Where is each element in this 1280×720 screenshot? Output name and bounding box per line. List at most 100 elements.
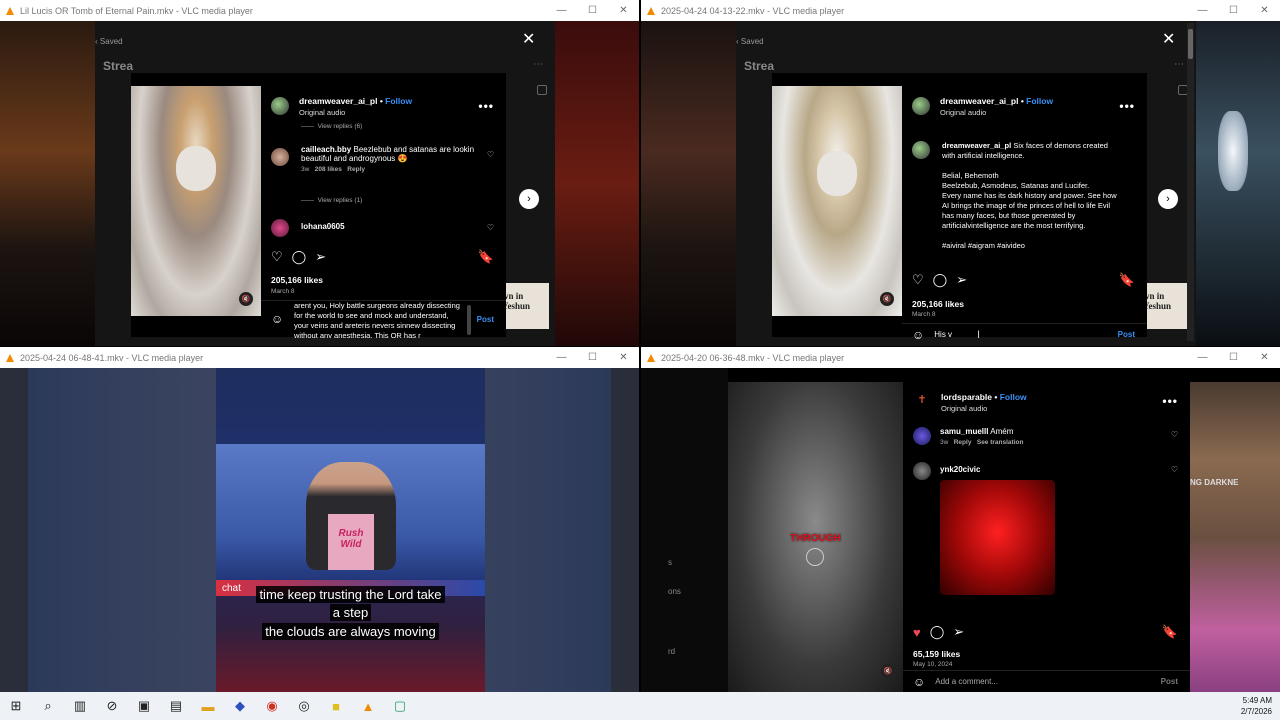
- audio-label[interactable]: Original audio: [940, 108, 1053, 117]
- reply-link[interactable]: Reply: [954, 439, 972, 446]
- bookmark-icon[interactable]: 🔖: [1162, 624, 1178, 640]
- commenter-avatar[interactable]: [913, 427, 931, 445]
- comment-like-icon[interactable]: ♡: [487, 150, 494, 159]
- username[interactable]: dreamweaver_ai_pl: [299, 96, 377, 106]
- more-options-icon[interactable]: •••: [1162, 394, 1178, 408]
- translate-link[interactable]: See translation: [977, 439, 1024, 446]
- bookmark-icon[interactable]: 🔖: [478, 249, 494, 265]
- follow-button[interactable]: Follow: [1000, 392, 1027, 402]
- close-button[interactable]: ✕: [1249, 0, 1280, 21]
- start-icon[interactable]: ⊞: [0, 692, 32, 720]
- like-count[interactable]: 205,166 likes: [912, 299, 964, 309]
- app-icon[interactable]: ▤: [160, 692, 192, 720]
- task-view-icon[interactable]: ▥: [64, 692, 96, 720]
- share-icon[interactable]: ➢: [956, 272, 967, 288]
- more-options-icon[interactable]: •••: [478, 99, 494, 113]
- emoji-icon[interactable]: ☺: [912, 328, 924, 342]
- audio-label[interactable]: Original audio: [941, 404, 1027, 413]
- audio-label[interactable]: Original audio: [299, 108, 412, 117]
- comment-username[interactable]: lohana0605: [301, 219, 494, 231]
- close-button[interactable]: ✕: [608, 0, 639, 21]
- like-count[interactable]: 65,159 likes: [913, 649, 960, 659]
- minimize-button[interactable]: —: [1187, 347, 1218, 368]
- maximize-button[interactable]: ☐: [1218, 347, 1249, 368]
- reply-link[interactable]: Reply: [347, 166, 365, 173]
- bookmark-icon[interactable]: 🔖: [1119, 272, 1135, 288]
- app-icon[interactable]: ▣: [128, 692, 160, 720]
- like-count[interactable]: 205,166 likes: [271, 275, 323, 285]
- more-options-icon[interactable]: •••: [1119, 99, 1135, 113]
- share-icon[interactable]: ➢: [315, 249, 326, 265]
- app-icon[interactable]: ■: [320, 692, 352, 720]
- app-icon[interactable]: ◆: [224, 692, 256, 720]
- post-button[interactable]: Post: [1161, 677, 1178, 686]
- comment-username[interactable]: cailleach.bby: [301, 145, 351, 154]
- video-area[interactable]: ‹ Saved Strea ⋯ wn in Yeshun ✕ › 🔇 dream…: [641, 21, 1280, 346]
- commenter-avatar[interactable]: [271, 148, 289, 166]
- maximize-button[interactable]: ☐: [577, 347, 608, 368]
- app-icon[interactable]: ⊘: [96, 692, 128, 720]
- like-icon-filled[interactable]: ♥: [913, 625, 921, 640]
- avatar[interactable]: ✝: [913, 393, 931, 411]
- comment-input[interactable]: arent you, Holy battle surgeons already …: [294, 301, 464, 338]
- title-bar[interactable]: 2025-04-20 06-36-48.mkv - VLC media play…: [641, 347, 1280, 368]
- mute-icon[interactable]: 🔇: [881, 664, 895, 678]
- comment-icon[interactable]: ◯: [933, 272, 948, 288]
- video-area[interactable]: s ons rd THROUGH 🔇 NG DARKNE ✝ lordspara…: [641, 368, 1280, 692]
- comment-like-icon[interactable]: ♡: [1171, 430, 1178, 439]
- comment-image[interactable]: [940, 480, 1055, 595]
- comment-icon[interactable]: ◯: [930, 624, 945, 640]
- caption-hashtags[interactable]: #aiviral #aigram #aivideo: [942, 241, 1122, 251]
- vlc-window-1[interactable]: Lil Lucis OR Tomb of Eternal Pain.mkv - …: [0, 0, 639, 346]
- app-icon[interactable]: ▢: [384, 692, 416, 720]
- avatar[interactable]: [912, 97, 930, 115]
- close-modal-icon[interactable]: ✕: [522, 29, 535, 49]
- title-bar[interactable]: Lil Lucis OR Tomb of Eternal Pain.mkv - …: [0, 0, 639, 21]
- scrollbar[interactable]: [467, 305, 471, 335]
- minimize-button[interactable]: —: [546, 347, 577, 368]
- more-icon[interactable]: ⋯: [533, 59, 543, 70]
- post-button[interactable]: Post: [1118, 330, 1135, 339]
- like-icon[interactable]: ♡: [912, 272, 924, 288]
- commenter-avatar[interactable]: [913, 462, 931, 480]
- title-bar[interactable]: 2025-04-24 06-48-41.mkv - VLC media play…: [0, 347, 639, 368]
- comment-username[interactable]: ynk20civic: [940, 462, 1178, 474]
- share-icon[interactable]: ➢: [953, 624, 964, 640]
- file-explorer-icon[interactable]: ▬: [192, 692, 224, 720]
- vlc-window-4[interactable]: 2025-04-20 06-36-48.mkv - VLC media play…: [641, 347, 1280, 692]
- video-area[interactable]: ‹ Saved Strea ⋯ wn in Yeshun ✕ › 🔇 dream…: [0, 21, 639, 346]
- vlc-taskbar-icon[interactable]: ▲: [352, 692, 384, 720]
- comment-like-icon[interactable]: ♡: [1171, 465, 1178, 474]
- next-post-button[interactable]: ›: [519, 189, 539, 209]
- comment-input[interactable]: His v: [934, 330, 952, 339]
- like-icon[interactable]: ♡: [271, 249, 283, 265]
- close-button[interactable]: ✕: [1249, 347, 1280, 368]
- comment-icon[interactable]: ◯: [292, 249, 307, 265]
- vlc-window-3[interactable]: 2025-04-24 06-48-41.mkv - VLC media play…: [0, 347, 639, 692]
- title-bar[interactable]: 2025-04-24 04-13-22.mkv - VLC media play…: [641, 0, 1280, 21]
- close-button[interactable]: ✕: [608, 347, 639, 368]
- back-icon[interactable]: ‹: [95, 37, 98, 46]
- scrollbar[interactable]: [1187, 23, 1194, 341]
- minimize-button[interactable]: —: [546, 0, 577, 21]
- comment-input[interactable]: Add a comment...: [935, 677, 998, 686]
- obs-icon[interactable]: ◎: [288, 692, 320, 720]
- close-modal-icon[interactable]: ✕: [1162, 29, 1175, 49]
- comment-like-icon[interactable]: ♡: [487, 223, 494, 232]
- mute-icon[interactable]: 🔇: [880, 292, 894, 306]
- video-area[interactable]: Rush Wild chat time keep trusting the Lo…: [0, 368, 639, 692]
- more-icon[interactable]: ⋯: [1174, 59, 1184, 70]
- caption-username[interactable]: dreamweaver_ai_pl: [942, 141, 1011, 150]
- system-clock[interactable]: 5:49 AM 2/7/2026: [1241, 695, 1272, 717]
- emoji-icon[interactable]: ☺: [271, 312, 283, 326]
- search-icon[interactable]: ⌕: [32, 692, 64, 720]
- emoji-icon[interactable]: ☺: [913, 675, 925, 689]
- maximize-button[interactable]: ☐: [1218, 0, 1249, 21]
- chrome-icon[interactable]: ◉: [256, 692, 288, 720]
- view-replies-2[interactable]: —— View replies (1): [301, 197, 362, 204]
- back-icon[interactable]: ‹: [736, 37, 739, 46]
- caption-avatar[interactable]: [912, 141, 930, 159]
- maximize-button[interactable]: ☐: [577, 0, 608, 21]
- vlc-window-2[interactable]: 2025-04-24 04-13-22.mkv - VLC media play…: [641, 0, 1280, 346]
- comment-likes[interactable]: 208 likes: [315, 166, 342, 173]
